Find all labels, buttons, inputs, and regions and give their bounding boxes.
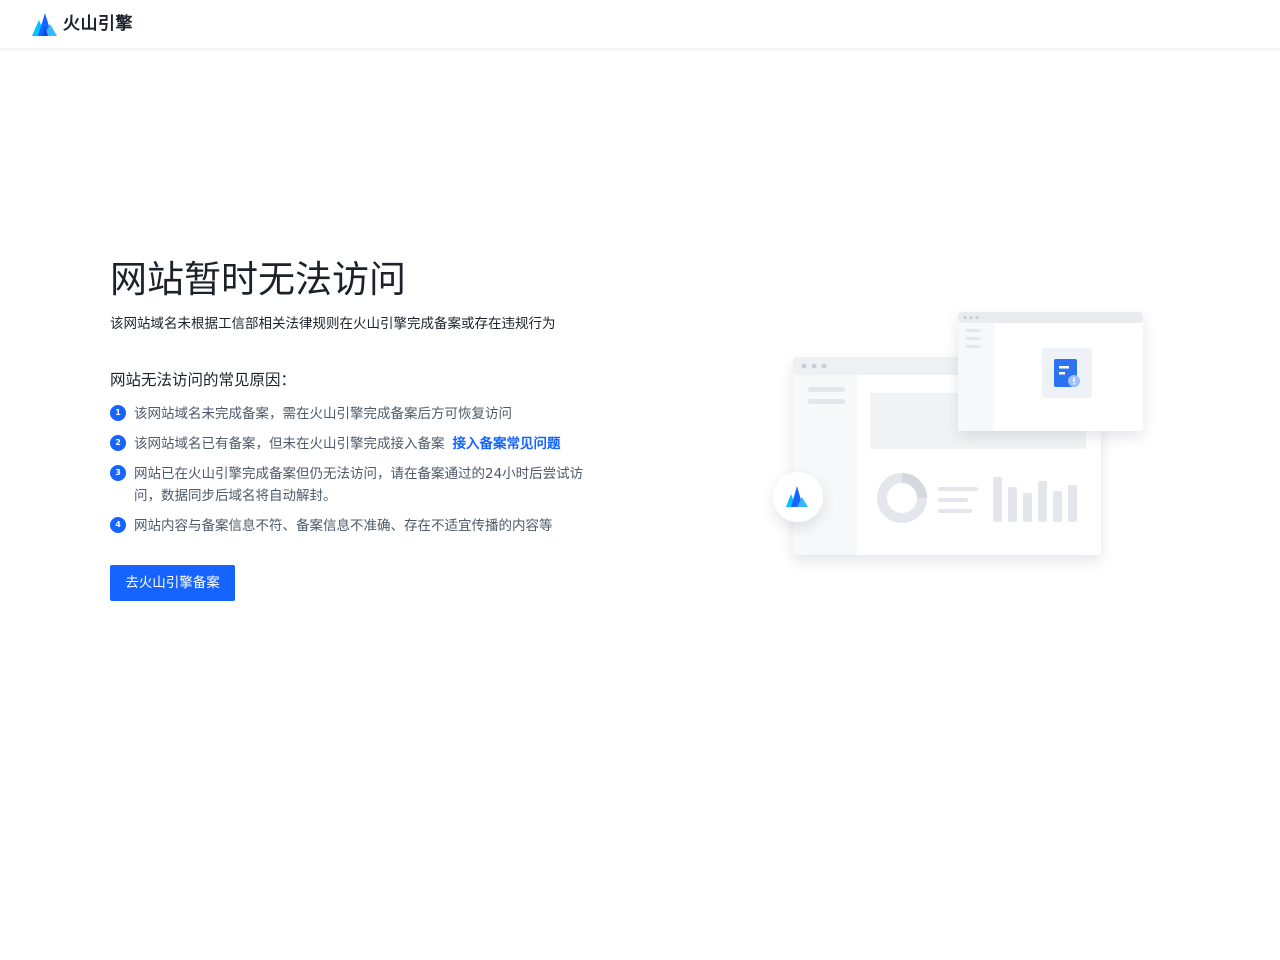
reason-number-badge: 3	[110, 465, 126, 481]
brand-logo[interactable]: 火山引擎	[32, 10, 133, 38]
filing-faq-link[interactable]: 接入备案常见问题	[453, 436, 561, 452]
reason-text: 该网站域名未完成备案，需在火山引擎完成备案后方可恢复访问	[134, 406, 512, 422]
reason-text: 网站已在火山引擎完成备案但仍无法访问，请在备案通过的24小时后尝试访问，数据同步…	[134, 466, 584, 504]
reason-text: 网站内容与备案信息不符、备案信息不准确、存在不适宜传播的内容等	[134, 518, 553, 534]
volcengine-logo-icon	[32, 13, 57, 36]
top-bar: 火山引擎	[0, 0, 1280, 48]
go-filing-button[interactable]: 去火山引擎备案	[110, 565, 235, 601]
reason-text: 该网站域名已有备案，但未在火山引擎完成接入备案	[134, 436, 445, 452]
website-blocked-illustration	[773, 312, 1143, 555]
volcengine-badge-icon	[773, 472, 823, 522]
brand-name: 火山引擎	[63, 14, 133, 34]
reasons-heading: 网站无法访问的常见原因：	[110, 371, 297, 389]
reason-number-badge: 1	[110, 405, 126, 421]
page-title: 网站暂时无法访问	[110, 258, 406, 301]
reason-number-badge: 4	[110, 517, 126, 533]
reason-text-wrapper: 该网站域名已有备案，但未在火山引擎完成接入备案 接入备案常见问题	[134, 433, 602, 455]
reason-number-badge: 2	[110, 435, 126, 451]
page-subtitle: 该网站域名未根据工信部相关法律规则在火山引擎完成备案或存在违规行为	[110, 316, 556, 332]
foreground-browser-window	[958, 312, 1143, 431]
